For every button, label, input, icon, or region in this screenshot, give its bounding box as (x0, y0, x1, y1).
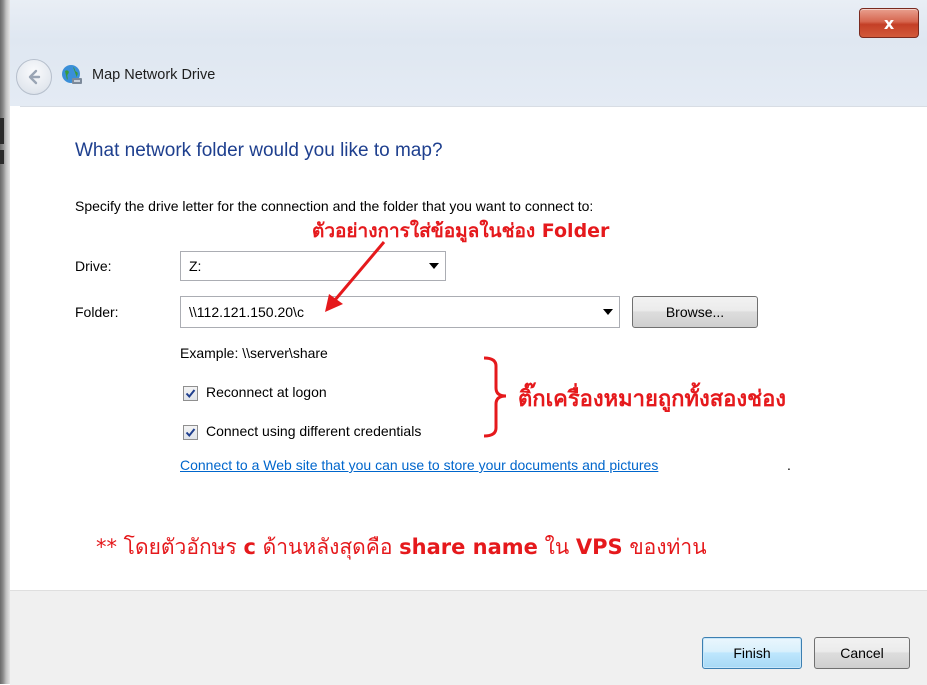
note-part: ใน (537, 535, 576, 559)
reconnect-label: Reconnect at logon (206, 384, 327, 400)
browse-button[interactable]: Browse... (632, 296, 758, 328)
close-button[interactable]: x (859, 8, 919, 38)
chevron-down-icon (603, 309, 613, 315)
cancel-button[interactable]: Cancel (814, 637, 910, 669)
share-name-note: ** โดยตัวอักษร c ด้านหลังสุดคือ share na… (96, 531, 707, 564)
note-part: ** โดยตัวอักษร (96, 535, 244, 559)
note-part: ด้านหลังสุดคือ (255, 535, 400, 559)
note-part: share name (399, 535, 538, 559)
annotation-text: ตัวอย่างการใส่ข้อมูลในช่อง (312, 220, 536, 242)
annotation-bold-folder: Folder (541, 220, 610, 242)
note-part: VPS (575, 535, 623, 559)
close-icon: x (883, 13, 895, 33)
credentials-label: Connect using different credentials (206, 423, 422, 439)
note-part: c (243, 535, 256, 559)
folder-label: Folder: (75, 304, 119, 320)
folder-example-annotation: ตัวอย่างการใส่ข้อมูลในช่อง Folder (312, 216, 609, 246)
drive-select-value: Z: (189, 258, 202, 274)
checkmark-icon (185, 428, 196, 438)
checkmark-icon (185, 389, 196, 399)
note-part: ของท่าน (622, 535, 707, 559)
window-chrome (10, 0, 927, 106)
web-site-link[interactable]: Connect to a Web site that you can use t… (180, 457, 658, 473)
tick-both-annotation: ติ๊กเครื่องหมายถูกทั้งสองช่อง (518, 387, 787, 412)
instruction-text: Specify the drive letter for the connect… (75, 198, 594, 214)
page-heading: What network folder would you like to ma… (75, 140, 443, 161)
example-text: Example: \\server\share (180, 345, 328, 361)
network-globe-icon (62, 65, 82, 84)
back-arrow-icon (28, 69, 41, 85)
drive-select[interactable]: Z: (180, 251, 446, 281)
edge-mark (0, 150, 4, 164)
folder-combobox[interactable]: \\112.121.150.20\c (180, 296, 620, 328)
back-button[interactable] (16, 59, 52, 95)
link-trailing-period: . (787, 457, 791, 473)
folder-input-value: \\112.121.150.20\c (189, 304, 304, 320)
finish-button[interactable]: Finish (702, 637, 802, 669)
dialog-title: Map Network Drive (92, 67, 216, 83)
edge-mark (0, 118, 4, 144)
drive-label: Drive: (75, 258, 112, 274)
chevron-down-icon (429, 263, 439, 269)
reconnect-checkbox[interactable] (183, 386, 198, 401)
left-edge-artifact (0, 0, 10, 684)
credentials-checkbox[interactable] (183, 425, 198, 440)
content-panel (20, 106, 927, 591)
